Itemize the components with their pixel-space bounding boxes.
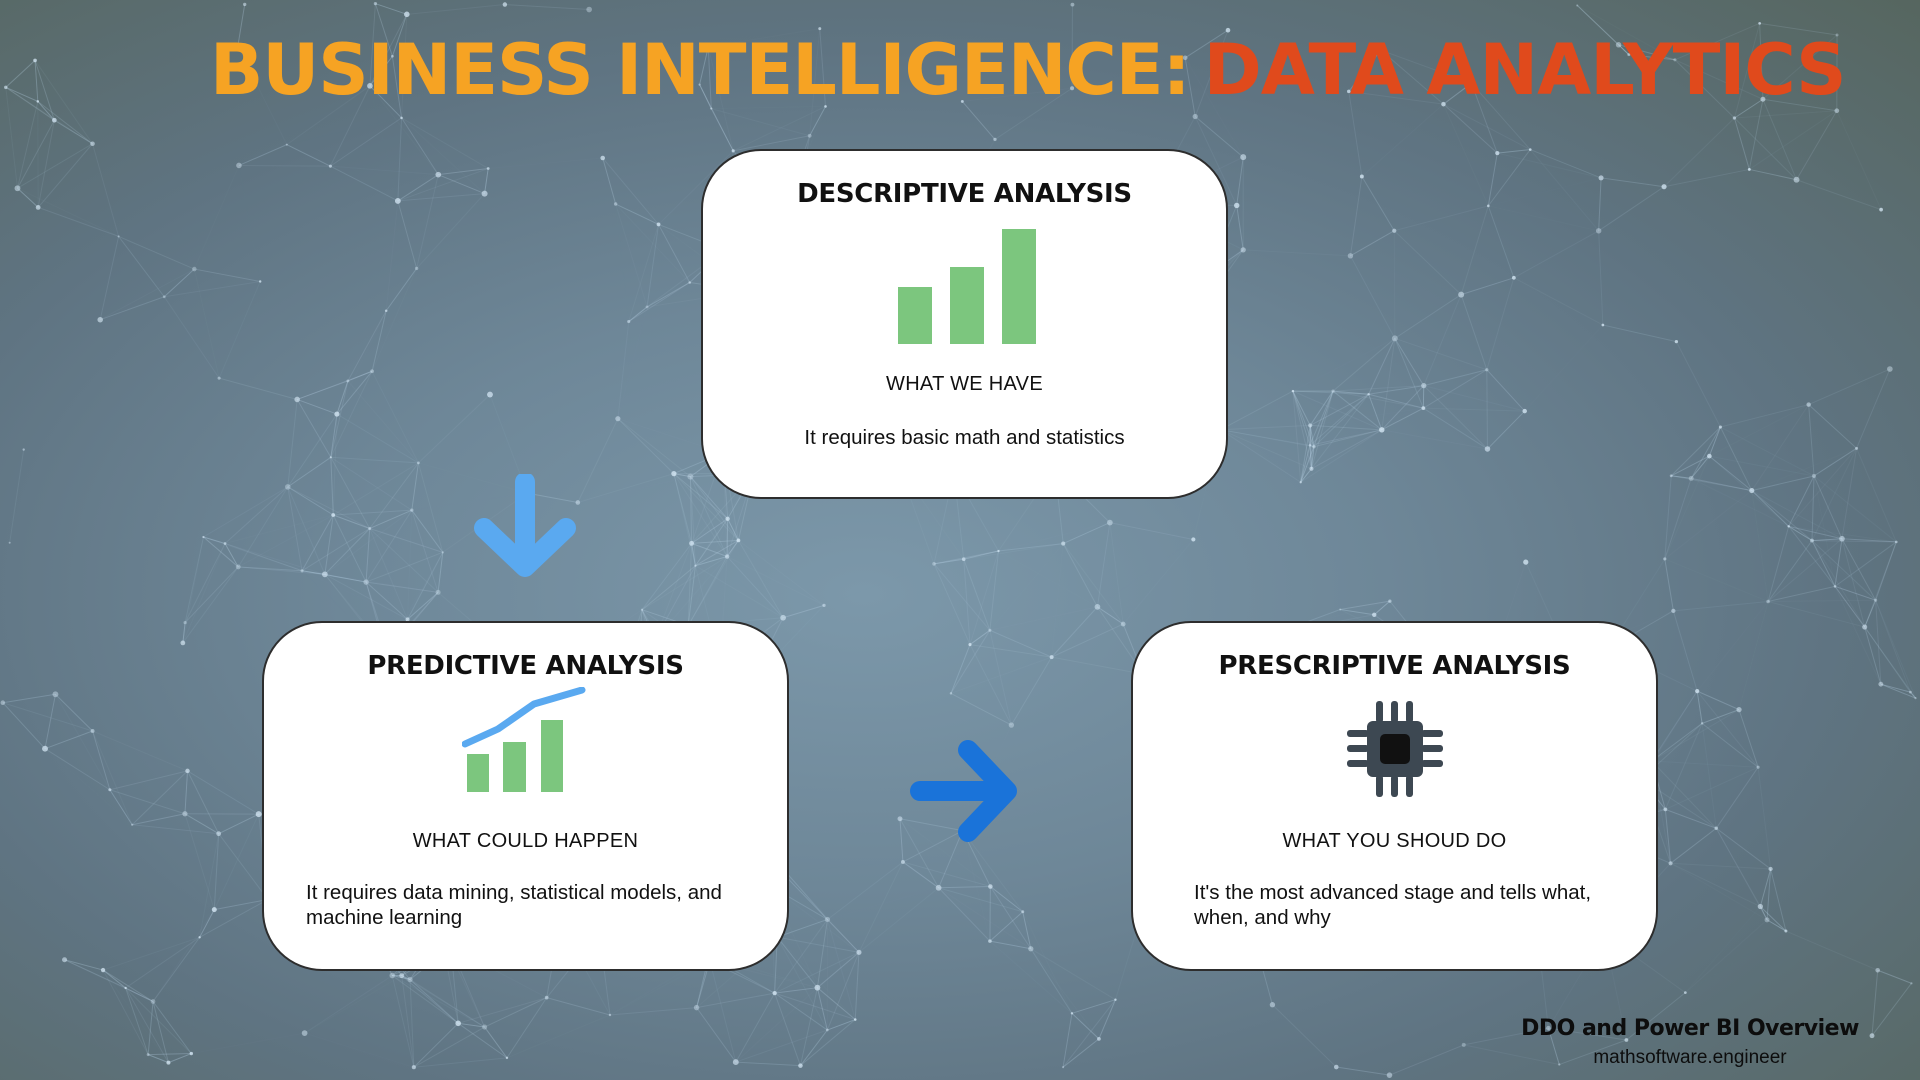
trend-chart-bar-3 xyxy=(541,720,563,792)
bar-chart-icon xyxy=(898,229,1036,344)
prescriptive-card-description: It's the most advanced stage and tells w… xyxy=(1194,881,1592,929)
predictive-card-subtitle: WHAT COULD HAPPEN xyxy=(412,830,639,852)
descriptive-analysis-card: DESCRIPTIVE ANALYSIS WHAT WE HAVE It req… xyxy=(701,149,1228,499)
predictive-analysis-card: PREDICTIVE ANALYSIS WHAT COULD HAPPEN It… xyxy=(262,621,789,971)
trend-chart-bar-2 xyxy=(503,742,526,792)
title-data-analytics: DATA ANALYTICS xyxy=(1203,29,1847,111)
descriptive-card-subtitle: WHAT WE HAVE xyxy=(886,373,1043,395)
prescriptive-analysis-card: PRESCRIPTIVE ANALYSIS WHAT YOU SHOUD DO … xyxy=(1131,621,1658,971)
arrow-right-icon xyxy=(910,740,1017,842)
trend-chart-bar-1 xyxy=(467,754,489,792)
chip-core xyxy=(1380,734,1410,764)
footer-title: DDO and Power BI Overview xyxy=(1521,1016,1859,1041)
title-business-intelligence: BUSINESS INTELLIGENCE: xyxy=(210,29,1191,111)
bar-chart-bar-1 xyxy=(898,287,932,344)
bar-chart-bar-3 xyxy=(1002,229,1036,344)
predictive-card-description: It requires data mining, statistical mod… xyxy=(306,881,722,929)
page-title: BUSINESS INTELLIGENCE: DATA ANALYTICS xyxy=(210,28,1847,112)
arrow-down-icon xyxy=(474,474,576,577)
bar-chart-bar-2 xyxy=(950,267,984,344)
descriptive-card-description: It requires basic math and statistics xyxy=(804,426,1125,449)
predictive-card-title: PREDICTIVE ANALYSIS xyxy=(367,651,684,681)
footer-site: mathsoftware.engineer xyxy=(1593,1047,1787,1068)
trend-chart-icon xyxy=(462,687,586,792)
prescriptive-card-title: PRESCRIPTIVE ANALYSIS xyxy=(1218,651,1571,681)
prescriptive-card-subtitle: WHAT YOU SHOUD DO xyxy=(1282,830,1507,852)
trend-line xyxy=(462,687,586,748)
chip-icon xyxy=(1347,701,1443,797)
descriptive-card-title: DESCRIPTIVE ANALYSIS xyxy=(797,179,1132,209)
